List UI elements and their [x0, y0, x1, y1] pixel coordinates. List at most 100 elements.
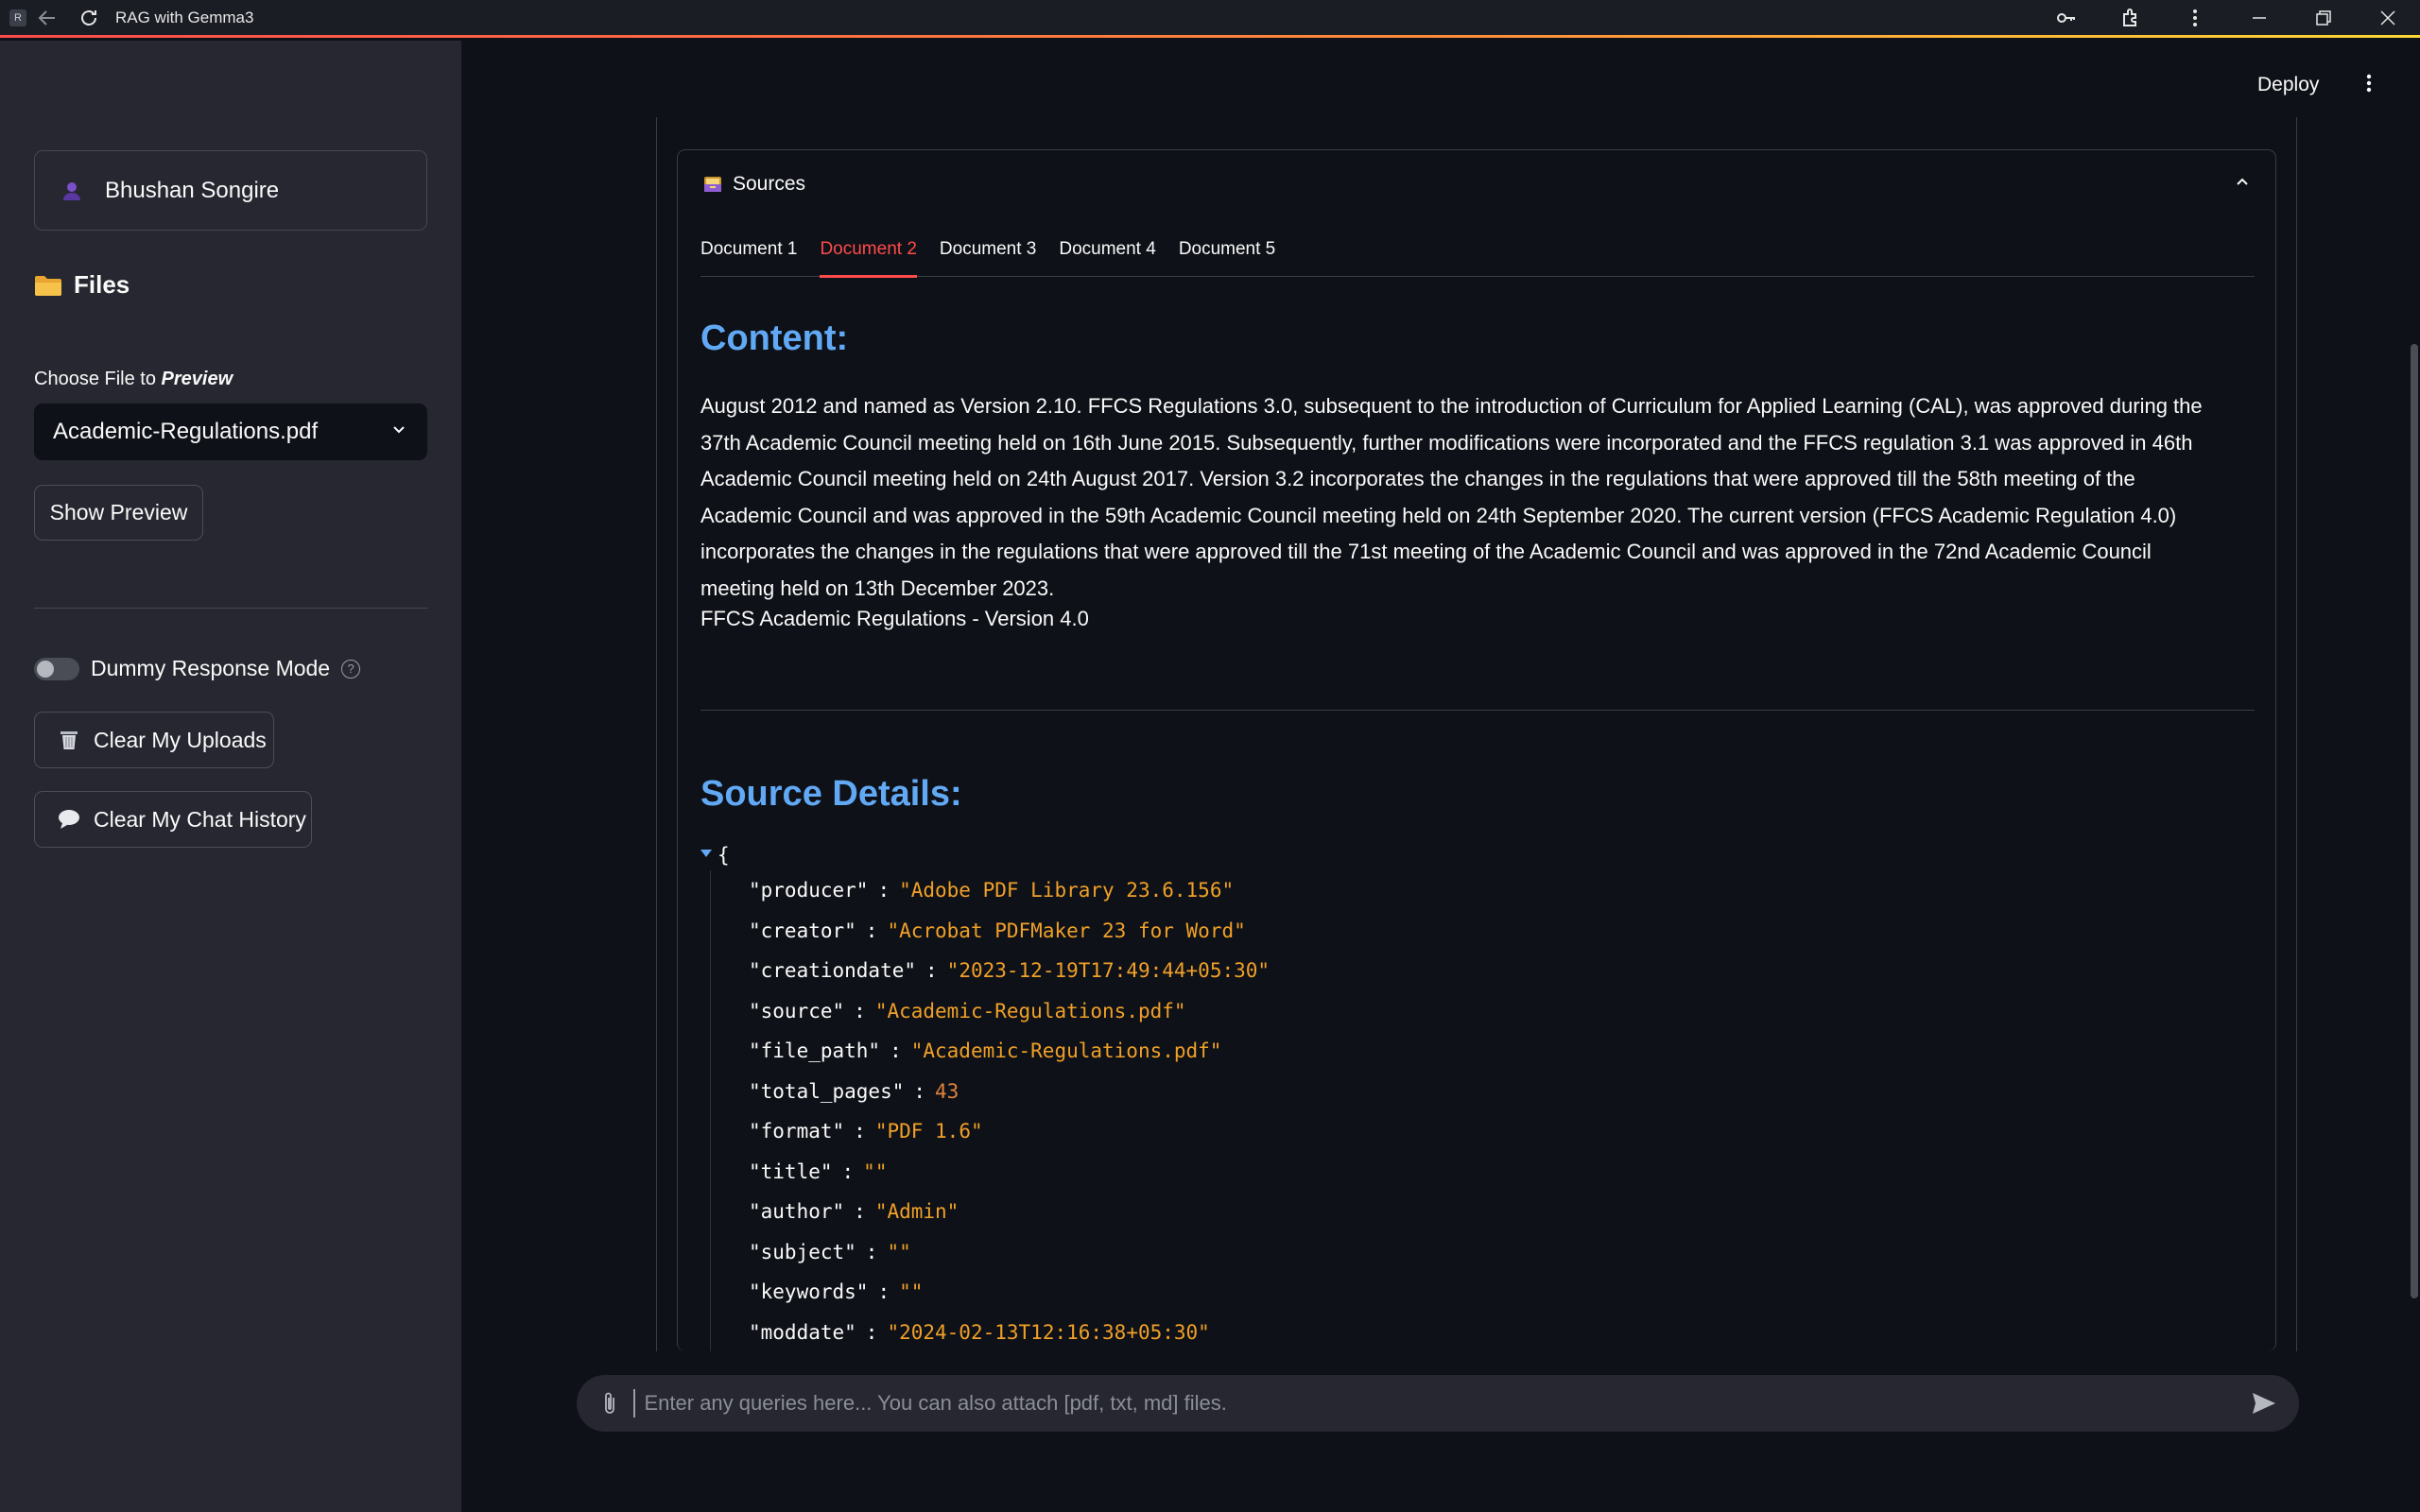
tab-document-1[interactable]: Document 1 [700, 237, 797, 277]
file-select[interactable]: Academic-Regulations.pdf [34, 404, 427, 460]
json-key: "moddate" [749, 1320, 856, 1344]
choose-file-label: Choose File to Preview [34, 369, 233, 389]
sources-expander: Sources Document 1 Document 2 Document 3… [677, 149, 2276, 1351]
chat-input[interactable]: Enter any queries here... You can also a… [577, 1375, 2299, 1432]
json-value: "2024-02-13T12:16:38+05:30" [887, 1320, 1210, 1344]
json-row: "producer": "Adobe PDF Library 23.6.156" [710, 870, 1270, 911]
json-row: "total_pages":43 [710, 1071, 1270, 1111]
json-key: "total_pages" [749, 1079, 905, 1103]
sidebar: Bhushan Songire Files Choose File to Pre… [0, 41, 461, 1512]
content-heading: Content: [700, 318, 849, 358]
content-line: August 2012 and named as Version 2.10. F… [700, 394, 2203, 418]
json-key: "producer" [749, 879, 869, 902]
title-bar: R RAG with Gemma3 [0, 0, 2420, 38]
text-cursor [633, 1389, 635, 1418]
json-key: "subject" [749, 1240, 856, 1263]
json-colon: : [854, 999, 866, 1022]
json-colon: : [890, 1040, 902, 1063]
json-colon: : [865, 1240, 878, 1263]
content-line: Academic Council meeting held on 24th Au… [700, 467, 2135, 490]
window-title: RAG with Gemma3 [115, 8, 254, 26]
json-value: "" [863, 1160, 888, 1183]
minimize-icon[interactable] [2227, 0, 2291, 37]
source-details-json: { "producer": "Adobe PDF Library 23.6.156… [700, 840, 1270, 1351]
json-value: "" [887, 1240, 911, 1263]
json-row: "keywords": "" [710, 1272, 1270, 1313]
dummy-mode-toggle[interactable] [34, 657, 79, 680]
json-colon: : [854, 1200, 866, 1224]
json-key: "title" [749, 1160, 833, 1183]
tab-document-4[interactable]: Document 4 [1059, 237, 1155, 277]
reload-icon[interactable] [68, 0, 110, 37]
content-line: meeting held on 13th December 2023. [700, 576, 1055, 600]
json-value: "Admin" [874, 1200, 959, 1224]
browser-menu-icon[interactable] [2163, 0, 2227, 37]
json-value: "Adobe PDF Library 23.6.156" [899, 879, 1235, 902]
json-value: "2023-12-19T17:49:44+05:30" [946, 959, 1270, 983]
json-key: "creationdate" [749, 959, 917, 983]
folder-icon [34, 274, 62, 297]
json-colon: : [913, 1079, 926, 1103]
sidebar-divider [34, 608, 427, 609]
tab-document-3[interactable]: Document 3 [940, 237, 1036, 277]
show-preview-button[interactable]: Show Preview [34, 485, 203, 541]
content-divider [700, 710, 2255, 711]
send-icon[interactable] [2250, 1389, 2278, 1418]
content-line: incorporates the changes in the regulati… [700, 540, 2152, 563]
chevron-up-icon[interactable] [2234, 174, 2251, 196]
deploy-button[interactable]: Deploy [2257, 74, 2319, 96]
main-scrollbar[interactable] [2411, 344, 2418, 1298]
sources-expander-header[interactable]: Sources [678, 150, 2275, 218]
user-icon [60, 179, 84, 203]
json-key: "source" [749, 999, 845, 1022]
caret-down-icon[interactable] [700, 848, 712, 863]
tab-document-5[interactable]: Document 5 [1179, 237, 1275, 277]
clear-chat-button[interactable]: Clear My Chat History [34, 791, 312, 848]
dummy-mode-label: Dummy Response Mode [91, 656, 331, 680]
speech-bubble-icon [58, 808, 80, 831]
back-arrow-icon[interactable] [26, 0, 68, 37]
content-footer: FFCS Academic Regulations - Version 4.0 [700, 607, 1089, 630]
user-name: Bhushan Songire [105, 177, 280, 203]
chevron-down-icon [389, 420, 408, 444]
json-row: "creator": "Acrobat PDFMaker 23 for Word" [710, 910, 1270, 951]
key-icon[interactable] [2034, 0, 2099, 37]
json-toggle[interactable]: { [700, 840, 1270, 870]
dummy-mode-row: Dummy Response Mode ? [34, 656, 361, 681]
paperclip-icon[interactable] [599, 1390, 620, 1417]
json-row: "source": "Academic-Regulations.pdf" [710, 990, 1270, 1031]
json-key: "creator" [749, 919, 856, 942]
file-select-value: Academic-Regulations.pdf [53, 419, 319, 444]
tab-document-2[interactable]: Document 2 [820, 237, 918, 278]
json-key: "format" [749, 1120, 845, 1143]
json-row: "title": "" [710, 1151, 1270, 1192]
json-colon: : [854, 1120, 866, 1143]
json-key: "keywords" [749, 1280, 869, 1304]
json-row: "moddate": "2024-02-13T12:16:38+05:30" [710, 1312, 1270, 1351]
close-icon[interactable] [2356, 0, 2420, 37]
json-value: "Acrobat PDFMaker 23 for Word" [887, 919, 1246, 942]
json-row: "creationdate": "2023-12-19T17:49:44+05:3… [710, 951, 1270, 991]
clear-uploads-button[interactable]: Clear My Uploads [34, 712, 274, 768]
extensions-icon[interactable] [2099, 0, 2163, 37]
json-value: "" [899, 1280, 924, 1304]
clear-chat-label: Clear My Chat History [94, 806, 306, 832]
json-colon: : [841, 1160, 855, 1183]
json-value: "Academic-Regulations.pdf" [874, 999, 1186, 1022]
app-menu-icon[interactable] [2358, 72, 2380, 101]
restore-icon[interactable] [2291, 0, 2356, 37]
help-icon[interactable]: ? [341, 659, 361, 679]
json-value: "Academic-Regulations.pdf" [910, 1040, 1222, 1063]
json-key: "file_path" [749, 1040, 881, 1063]
json-value: 43 [935, 1079, 959, 1103]
json-colon: : [877, 879, 890, 902]
json-colon: : [865, 919, 878, 942]
json-row: "author": "Admin" [710, 1192, 1270, 1232]
files-heading: Files [34, 270, 130, 300]
app-icon: R [9, 9, 26, 26]
json-row: "format": "PDF 1.6" [710, 1111, 1270, 1152]
json-open-brace: { [717, 844, 730, 867]
user-card: Bhushan Songire [34, 150, 427, 231]
content-body: August 2012 and named as Version 2.10. F… [700, 388, 2260, 607]
json-key: "author" [749, 1200, 845, 1224]
